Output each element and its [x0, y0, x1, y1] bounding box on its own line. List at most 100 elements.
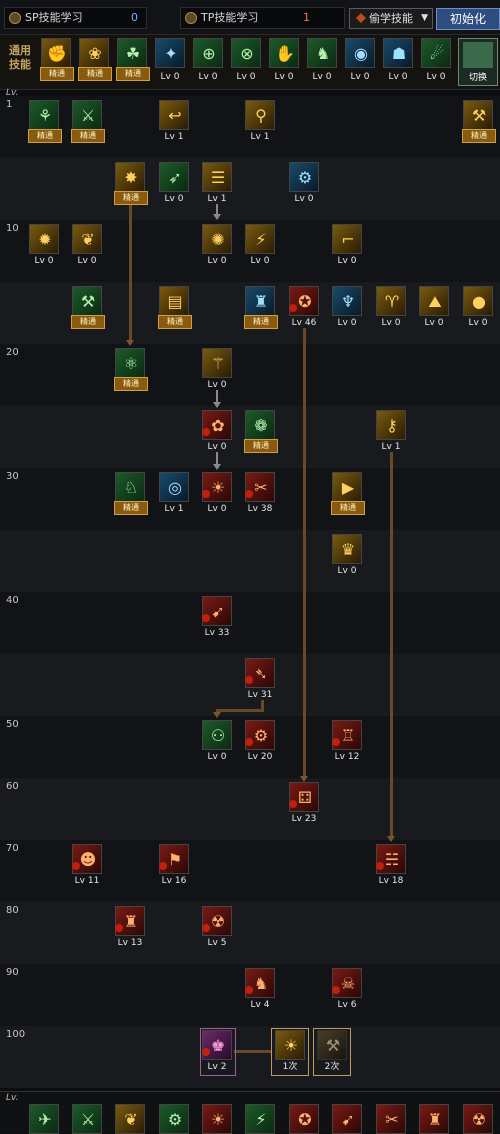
skill-slot[interactable]: ⚙ Lv 0 — [286, 162, 324, 212]
skill-icon: ☢ — [463, 1104, 493, 1134]
skill-icon: ⛰ — [419, 286, 449, 316]
skill-icon: ⚒ — [317, 1030, 347, 1060]
skill-icon: ✂ — [376, 1104, 406, 1134]
steal-label: 偷学技能 — [369, 12, 413, 25]
skill-slot[interactable]: ☢ Lv 5 — [199, 906, 237, 956]
lock-icon — [115, 924, 123, 932]
tp-radio-icon[interactable] — [185, 12, 197, 24]
skill-slot[interactable]: ♖ Lv 12 — [329, 720, 367, 770]
bottom-skill[interactable]: ⚡ — [242, 1104, 280, 1134]
skill-slot[interactable]: ☠ Lv 6 — [329, 968, 367, 1018]
skill-slot[interactable]: ♆ Lv 0 — [329, 286, 367, 336]
skill-slot[interactable]: ☀ Lv 0 — [199, 472, 237, 522]
sp-radio-icon[interactable] — [9, 12, 21, 24]
skill-slot[interactable]: ➴ Lv 31 — [242, 658, 280, 708]
skill-slot[interactable]: ♜ Lv 13 — [112, 906, 150, 956]
skill-slot[interactable]: ⚒ 精通 — [460, 100, 498, 150]
bottom-skill[interactable]: ♜ — [416, 1104, 454, 1134]
skill-slot[interactable]: ☵ Lv 18 — [373, 844, 411, 894]
skill-slot[interactable]: ✹ Lv 0 — [26, 224, 64, 274]
skill-slot[interactable]: ➹ Lv 33 — [199, 596, 237, 646]
common-skill-10[interactable]: ☗ Lv 0 — [380, 38, 418, 88]
skill-level: Lv 0 — [337, 256, 357, 266]
steal-diamond-icon — [356, 13, 366, 23]
common-skill-2[interactable]: ❀ 精通 — [76, 38, 114, 88]
skill-slot[interactable]: ☻ Lv 11 — [69, 844, 107, 894]
bottom-skill[interactable]: ⚙ — [156, 1104, 194, 1134]
skill-slot[interactable]: ☰ Lv 1 — [199, 162, 237, 212]
skill-slot[interactable]: ● Lv 0 — [460, 286, 498, 336]
skill-slot[interactable]: ▶ 精通 — [329, 472, 367, 522]
awakening-second[interactable]: ⚒ 2次 — [314, 1030, 352, 1080]
skill-slot[interactable]: ⚒ 精通 — [69, 286, 107, 336]
skill-slot[interactable]: ♈ Lv 0 — [373, 286, 411, 336]
skill-icon: ✋ — [269, 38, 299, 68]
common-skill-4[interactable]: ✦ Lv 0 — [152, 38, 190, 88]
skill-slot[interactable]: ⚃ Lv 23 — [286, 782, 324, 832]
steal-skill-dropdown[interactable]: 偷学技能 ▼ — [349, 8, 433, 29]
skill-slot[interactable]: ◎ Lv 1 — [156, 472, 194, 522]
skill-slot[interactable]: ↩ Lv 1 — [156, 100, 194, 150]
skill-slot[interactable]: ✺ Lv 0 — [199, 224, 237, 274]
awakening-first[interactable]: ☀ 1次 — [272, 1030, 310, 1080]
skill-slot[interactable]: ⚇ Lv 0 — [199, 720, 237, 770]
common-skill-11[interactable]: ☄ Lv 0 — [418, 38, 456, 88]
skill-slot[interactable]: ✂ Lv 38 — [242, 472, 280, 522]
skill-level: Lv 5 — [207, 938, 227, 948]
bottom-skill[interactable]: ✈ — [26, 1104, 64, 1134]
common-skill-9[interactable]: ◉ Lv 0 — [342, 38, 380, 88]
skill-icon: ❁ — [245, 410, 275, 440]
skill-level: Lv 1 — [164, 132, 184, 142]
lock-icon — [245, 676, 253, 684]
skill-slot[interactable]: ❦ Lv 0 — [69, 224, 107, 274]
bottom-skill[interactable]: ✂ — [373, 1104, 411, 1134]
skill-slot[interactable]: ♜ 精通 — [242, 286, 280, 336]
skill-slot[interactable]: ⚘ 精通 — [26, 100, 64, 150]
skill-slot[interactable]: ⛰ Lv 0 — [416, 286, 454, 336]
skill-level: Lv 0 — [381, 318, 401, 328]
skill-slot[interactable]: ❁ 精通 — [242, 410, 280, 460]
skill-slot[interactable]: ♚ Lv 2 — [199, 1030, 237, 1080]
bottom-skill[interactable]: ➹ — [329, 1104, 367, 1134]
awakening-first-label: 1次 — [282, 1062, 298, 1072]
skill-icon: ⚛ — [115, 348, 145, 378]
skill-icon: ✪ — [289, 1104, 319, 1134]
common-skill-3[interactable]: ☘ 精通 — [114, 38, 152, 88]
skill-slot[interactable]: ⚡ Lv 0 — [242, 224, 280, 274]
common-skill-7[interactable]: ✋ Lv 0 — [266, 38, 304, 88]
skill-slot[interactable]: ♘ 精通 — [112, 472, 150, 522]
common-skill-8[interactable]: ♞ Lv 0 — [304, 38, 342, 88]
reset-button[interactable]: 初始化 — [436, 8, 500, 30]
bottom-skill[interactable]: ⚔ — [69, 1104, 107, 1134]
common-skill-6[interactable]: ⊗ Lv 0 — [228, 38, 266, 88]
skill-icon: ⚒ — [72, 286, 102, 316]
skill-slot[interactable]: ✪ Lv 46 — [286, 286, 324, 336]
prerequisite-line — [303, 328, 306, 778]
skill-slot[interactable]: ⚲ Lv 1 — [242, 100, 280, 150]
skill-slot[interactable]: ⚚ Lv 0 — [199, 348, 237, 398]
bottom-skill[interactable]: ✪ — [286, 1104, 324, 1134]
skill-slot[interactable]: ⚑ Lv 16 — [156, 844, 194, 894]
skill-slot[interactable]: ➶ Lv 0 — [156, 162, 194, 212]
bottom-skill[interactable]: ❦ — [112, 1104, 150, 1134]
common-skill-1[interactable]: ✊ 精通 — [38, 38, 76, 88]
skill-slot[interactable]: ✸ 精通 — [112, 162, 150, 212]
lock-icon — [202, 490, 210, 498]
skill-icon: ➶ — [159, 162, 189, 192]
common-skill-5[interactable]: ⊕ Lv 0 — [190, 38, 228, 88]
skill-icon: ● — [463, 286, 493, 316]
switch-button[interactable]: 切换 — [458, 38, 498, 86]
skill-slot[interactable]: ⚛ 精通 — [112, 348, 150, 398]
skill-level: Lv 0 — [337, 318, 357, 328]
skill-icon: ↩ — [159, 100, 189, 130]
skill-slot[interactable]: ⚷ Lv 1 — [373, 410, 411, 460]
skill-slot[interactable]: ✿ Lv 0 — [199, 410, 237, 460]
skill-slot[interactable]: ▤ 精通 — [156, 286, 194, 336]
bottom-skill[interactable]: ☀ — [199, 1104, 237, 1134]
skill-slot[interactable]: ⚙ Lv 20 — [242, 720, 280, 770]
skill-slot[interactable]: ♛ Lv 0 — [329, 534, 367, 584]
skill-slot[interactable]: ⌐ Lv 0 — [329, 224, 367, 274]
skill-slot[interactable]: ♞ Lv 4 — [242, 968, 280, 1018]
skill-slot[interactable]: ⚔ 精通 — [69, 100, 107, 150]
bottom-skill[interactable]: ☢ — [460, 1104, 498, 1134]
